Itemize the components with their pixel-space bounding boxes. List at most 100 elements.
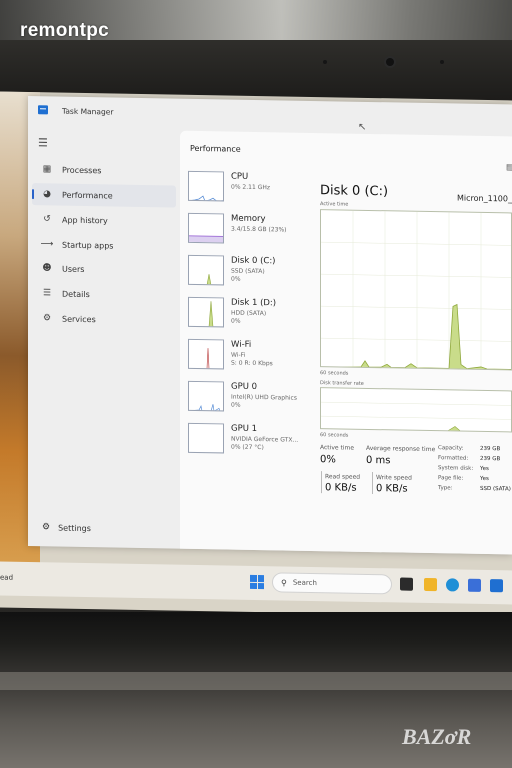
sensor-dot (440, 60, 444, 64)
task-manager-window: Task Manager ↖ ☰ ▦ Processes ◕ Performan… (28, 96, 512, 555)
resource-item-disk0[interactable]: Disk 0 (C:) SSD (SATA) 0% (186, 253, 316, 293)
nav-item-label: Startup apps (62, 240, 114, 251)
disk0-sparkline (206, 274, 212, 286)
stat-divider (372, 472, 373, 495)
search-placeholder: Search (292, 578, 317, 588)
property-value: Yes (480, 475, 489, 483)
graph2-time-label: 60 seconds (320, 432, 349, 439)
resource-usage: S: 0 R: 0 Kbps (231, 359, 273, 368)
gear-icon: ⚙ (42, 522, 51, 533)
details-icon: ☰ (42, 288, 52, 299)
avg-response-value: 0 ms (366, 454, 391, 467)
wifi-mini-graph (188, 338, 224, 370)
wifi-sparkline (189, 348, 224, 370)
property-key: Type: (438, 485, 453, 492)
nav-item-label: Services (62, 314, 96, 324)
nav-item-label: App history (62, 215, 108, 225)
nav-item-label: Details (62, 289, 90, 299)
taskbar-search[interactable]: ⚲ Search (272, 572, 392, 595)
gpu1-mini-graph (188, 422, 224, 454)
laptop-screen: Task Manager ↖ ☰ ▦ Processes ◕ Performan… (0, 91, 512, 617)
resource-usage: 0% (27 °C) (231, 443, 264, 452)
resource-name: CPU (231, 171, 249, 182)
gpu0-mini-graph (188, 380, 224, 412)
navigation-pane: ☰ ▦ Processes ◕ Performance ↺ App histor… (28, 126, 180, 549)
disk0-mini-graph (188, 254, 224, 286)
page-title: Performance (190, 143, 241, 154)
nav-item-app-history[interactable]: ↺ App history (32, 208, 176, 233)
property-value: SSD (SATA) (480, 485, 511, 493)
active-time-chart (320, 210, 512, 371)
nav-item-performance[interactable]: ◕ Performance (32, 183, 176, 208)
file-explorer-icon[interactable] (424, 577, 437, 592)
watermark-text: remontpc (20, 20, 109, 41)
resource-detail: NVIDIA GeForce GTX... (231, 435, 299, 444)
resource-list: CPU 0% 2.11 GHz Memory 3.4/15.8 GB (23%) (180, 169, 316, 551)
resource-item-memory[interactable]: Memory 3.4/15.8 GB (23%) (186, 211, 316, 251)
resource-usage: 0% (231, 317, 241, 325)
services-icon: ⚙ (42, 313, 52, 324)
property-value: Yes (480, 465, 489, 473)
resource-detail: HDD (SATA) (231, 309, 267, 318)
gpu0-sparkline (188, 404, 224, 412)
windows-start-icon[interactable] (250, 574, 264, 590)
startup-apps-icon: ⟶ (40, 239, 54, 250)
settings-label: Settings (58, 523, 91, 533)
performance-icon: ◕ (43, 189, 51, 200)
store-icon[interactable] (468, 578, 481, 592)
app-history-icon: ↺ (43, 214, 51, 225)
cpu-mini-graph (188, 170, 224, 202)
resource-name: Memory (231, 213, 266, 225)
resource-item-gpu0[interactable]: GPU 0 Intel(R) UHD Graphics 0% (186, 379, 316, 419)
stat-divider (321, 471, 322, 494)
nav-item-details[interactable]: ☰ Details (32, 282, 176, 307)
nav-item-processes[interactable]: ▦ Processes (32, 158, 176, 183)
resource-item-cpu[interactable]: CPU 0% 2.11 GHz (186, 169, 316, 209)
resource-item-wifi[interactable]: Wi-Fi Wi-Fi S: 0 R: 0 Kbps (186, 337, 316, 377)
mouse-cursor-icon: ↖ (358, 121, 367, 133)
settings-button[interactable]: ⚙ Settings (42, 522, 91, 533)
resource-detail: 3.4/15.8 GB (23%) (231, 225, 287, 234)
property-key: Page file: (438, 475, 464, 482)
performance-panel: Performance ▤ CPU 0% 2.11 GHz Memory 3.4… (180, 130, 512, 555)
disk-model: Micron_1100_ (457, 193, 512, 204)
active-time-graph (320, 209, 512, 371)
resource-item-gpu1[interactable]: GPU 1 NVIDIA GeForce GTX... 0% (27 °C) (186, 421, 316, 461)
active-time-graph-label: Active time (320, 201, 349, 208)
active-time-value: 0% (320, 454, 336, 466)
hamburger-menu-icon[interactable]: ☰ (38, 136, 48, 149)
property-key: Capacity: (438, 445, 464, 452)
nav-item-label: Processes (62, 165, 102, 175)
write-speed-label: Write speed (376, 474, 412, 482)
resource-name: GPU 1 (231, 423, 258, 435)
task-manager-taskbar-icon[interactable] (490, 579, 503, 593)
nav-item-startup-apps[interactable]: ⟶ Startup apps (32, 233, 176, 258)
resource-name: Wi-Fi (231, 339, 252, 350)
task-view-icon[interactable] (400, 577, 413, 591)
edge-browser-icon[interactable] (446, 578, 459, 592)
more-options-icon[interactable]: ▤ (506, 162, 512, 171)
taskbar: ead ⚲ Search (0, 561, 512, 605)
graph1-time-label: 60 seconds (320, 370, 349, 377)
transfer-rate-chart (320, 401, 512, 433)
memory-mini-graph (188, 212, 224, 244)
nav-item-users[interactable]: ☻ Users (32, 257, 176, 282)
active-time-label: Active time (320, 444, 355, 452)
resource-detail: 0% 2.11 GHz (231, 183, 271, 192)
resource-name: Disk 0 (C:) (231, 255, 276, 267)
read-speed-value: 0 KB/s (325, 482, 357, 494)
laptop-hinge (0, 672, 512, 690)
search-icon: ⚲ (281, 577, 287, 588)
resource-usage: 0% (231, 401, 241, 409)
task-manager-app-icon (38, 105, 48, 115)
resource-item-disk1[interactable]: Disk 1 (D:) HDD (SATA) 0% (186, 295, 316, 335)
sensor-dot (323, 60, 327, 64)
resource-detail: Intel(R) UHD Graphics (231, 393, 297, 402)
memory-sparkline (189, 235, 224, 244)
laptop-bezel (0, 40, 512, 100)
nav-item-services[interactable]: ⚙ Services (32, 307, 176, 332)
resource-usage: 0% (231, 275, 241, 283)
avg-response-label: Average response time (366, 444, 436, 454)
taskbar-left-text: ead (0, 573, 14, 582)
users-icon: ☻ (42, 263, 52, 274)
